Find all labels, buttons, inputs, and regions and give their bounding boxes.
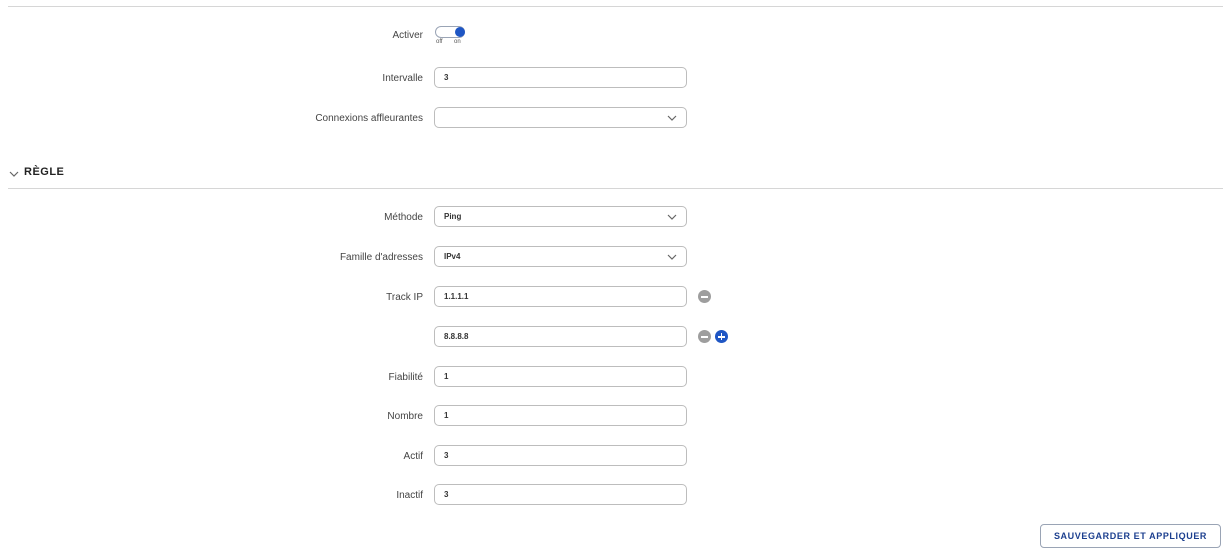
flush-connections-row: Connexions affleurantes (0, 107, 1231, 131)
chevron-down-icon (667, 115, 677, 121)
reliability-input[interactable]: 1 (434, 366, 687, 387)
method-row: Méthode Ping (0, 206, 1231, 230)
interval-row: Intervalle 3 (0, 67, 1231, 91)
toggle-off-label: off (436, 39, 443, 45)
save-apply-button[interactable]: SAUVEGARDER ET APPLIQUER (1040, 524, 1221, 548)
add-ip-button[interactable] (715, 330, 728, 343)
method-value: Ping (444, 212, 462, 221)
enable-label: Activer (392, 30, 423, 41)
rule-section-title: RÈGLE (24, 166, 65, 178)
section-divider (8, 188, 1223, 189)
up-row: Actif 3 (0, 445, 1231, 469)
address-family-value: IPv4 (444, 252, 461, 261)
rule-section-header[interactable]: RÈGLE (0, 160, 1231, 192)
track-ip-input-2[interactable]: 8.8.8.8 (434, 326, 687, 347)
remove-ip-button[interactable] (698, 290, 711, 303)
track-ip-input-1[interactable]: 1.1.1.1 (434, 286, 687, 307)
flush-connections-select[interactable] (434, 107, 687, 128)
count-row: Nombre 1 (0, 405, 1231, 429)
address-family-label: Famille d'adresses (339, 252, 423, 263)
method-select[interactable]: Ping (434, 206, 687, 227)
address-family-select[interactable]: IPv4 (434, 246, 687, 267)
down-label: Inactif (396, 490, 423, 501)
count-input[interactable]: 1 (434, 405, 687, 426)
interval-input[interactable]: 3 (434, 67, 687, 88)
interval-label: Intervalle (382, 73, 423, 84)
enable-row: Activer off on (0, 24, 1231, 48)
reliability-label: Fiabilité (388, 372, 423, 383)
count-label: Nombre (387, 411, 423, 422)
section-divider (8, 6, 1223, 7)
up-label: Actif (403, 451, 423, 462)
track-ip-row: Track IP 1.1.1.1 (0, 286, 1231, 310)
chevron-down-icon (9, 171, 19, 177)
track-ip-row-2: 8.8.8.8 (0, 326, 1231, 350)
method-label: Méthode (384, 212, 423, 223)
chevron-down-icon (667, 214, 677, 220)
chevron-down-icon (667, 254, 677, 260)
address-family-row: Famille d'adresses IPv4 (0, 246, 1231, 270)
down-input[interactable]: 3 (434, 484, 687, 505)
remove-ip-button[interactable] (698, 330, 711, 343)
toggle-on-label: on (454, 39, 461, 45)
reliability-row: Fiabilité 1 (0, 366, 1231, 390)
down-row: Inactif 3 (0, 484, 1231, 508)
flush-connections-label: Connexions affleurantes (315, 113, 423, 124)
toggle-knob (455, 27, 465, 37)
up-input[interactable]: 3 (434, 445, 687, 466)
enable-toggle[interactable]: off on (435, 26, 467, 48)
settings-page: Activer off on Intervalle 3 Connexions a… (0, 0, 1231, 557)
track-ip-label: Track IP (386, 292, 423, 303)
